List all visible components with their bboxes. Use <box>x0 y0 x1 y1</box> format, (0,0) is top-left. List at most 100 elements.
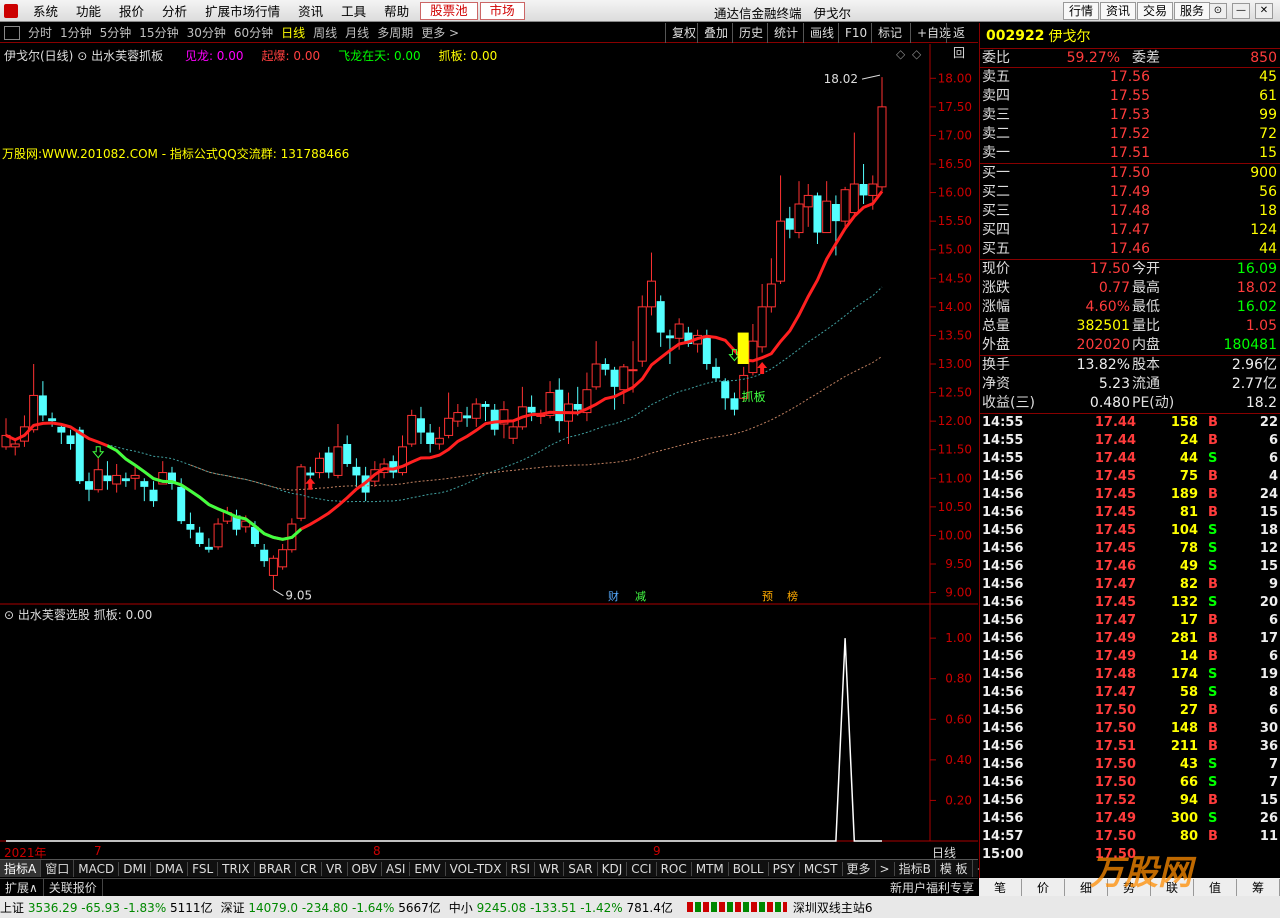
top-button-2[interactable]: 交易 <box>1137 2 1174 20</box>
indicator-tab-4[interactable]: DMA <box>151 861 189 876</box>
period-tab-7[interactable]: 周线 <box>309 24 341 41</box>
candle-body-down <box>426 432 435 444</box>
ask-row-1[interactable]: 卖四 17.55 61 <box>980 87 1280 106</box>
tool-button-1[interactable]: 叠加 <box>697 23 734 43</box>
candle-body-down <box>730 398 739 410</box>
close-icon[interactable]: ✕ <box>1255 3 1273 19</box>
period-tab-3[interactable]: 15分钟 <box>135 24 182 41</box>
indicator-tab-1[interactable]: 窗口 <box>41 860 75 877</box>
period-tab-2[interactable]: 5分钟 <box>96 24 136 41</box>
tick-side: B <box>1208 829 1218 844</box>
indicator-tab-18[interactable]: CCI <box>627 861 657 876</box>
tool-button-5[interactable]: F10 <box>838 23 873 43</box>
tick-volume: 300 <box>1170 811 1198 826</box>
indicator-tab-8[interactable]: CR <box>296 861 322 876</box>
indicator-tab-20[interactable]: MTM <box>692 861 729 876</box>
tool-button-3[interactable]: 统计 <box>767 23 804 43</box>
bid-row-0[interactable]: 买一 17.50 900 <box>980 164 1280 183</box>
bid-row-4[interactable]: 买五 17.46 44 <box>980 240 1280 259</box>
period-tab-9[interactable]: 多周期 <box>373 24 417 41</box>
tool-button-8[interactable]: 返回 <box>946 23 978 60</box>
minimize-icon[interactable]: — <box>1232 3 1250 19</box>
indicator-tab-2[interactable]: MACD <box>74 861 120 876</box>
menu-item-7[interactable]: 帮助 <box>375 1 418 20</box>
indicator-tab-14[interactable]: RSI <box>507 861 536 876</box>
kline-chart[interactable]: 18.00 17.50 17.00 16.50 16.00 15.50 15.00 14.50… <box>0 44 978 858</box>
sub-settings-icon[interactable]: ⊙ <box>4 608 14 622</box>
indicator-tab-21[interactable]: BOLL <box>729 861 769 876</box>
indicator-tab-right-0[interactable]: 指标B <box>895 860 936 877</box>
tool-button-6[interactable]: 标记 <box>871 23 908 43</box>
tick-count: 30 <box>1259 721 1278 736</box>
menu-item-2[interactable]: 报价 <box>110 1 153 20</box>
indicator-tab-19[interactable]: ROC <box>657 861 692 876</box>
tick-list[interactable]: 14:55 17.44 158 B 22 14:55 17.44 24 B 6 14:55 17.44… <box>980 414 1280 864</box>
indicator-tab-6[interactable]: TRIX <box>218 861 255 876</box>
indicator-tab-22[interactable]: PSY <box>769 861 800 876</box>
top-button-1[interactable]: 资讯 <box>1100 2 1137 20</box>
menu-highlight-1[interactable]: 市场 <box>479 1 525 20</box>
menu-item-6[interactable]: 工具 <box>332 1 375 20</box>
new-user-link[interactable]: 新用户福利专享 <box>890 879 974 896</box>
index-1[interactable]: 深证 14079.0 -234.80 -1.64% 5667亿 <box>221 899 441 916</box>
restore-icon[interactable]: ⊙ <box>1209 3 1227 19</box>
indicator-tab-11[interactable]: ASI <box>382 861 411 876</box>
indicator-tab-9[interactable]: VR <box>322 861 348 876</box>
menu-item-3[interactable]: 分析 <box>153 1 196 20</box>
indicator-tab-5[interactable]: FSL <box>188 861 219 876</box>
ask-row-4[interactable]: 卖一 17.51 15 <box>980 144 1280 163</box>
indicator-tab-10[interactable]: OBV <box>348 861 383 876</box>
period-tab-0[interactable]: 分时 <box>24 24 56 41</box>
ask-row-3[interactable]: 卖二 17.52 72 <box>980 125 1280 144</box>
indicator-tab-3[interactable]: DMI <box>119 861 152 876</box>
indicator-tab-7[interactable]: BRAR <box>255 861 297 876</box>
bottom-tab-1[interactable]: 关联报价 <box>44 878 103 896</box>
period-tab-1[interactable]: 1分钟 <box>56 24 96 41</box>
tool-button-2[interactable]: 历史 <box>732 23 769 43</box>
indicator-tab-24[interactable]: 更多 <box>843 860 876 877</box>
period-tab-5[interactable]: 60分钟 <box>230 24 277 41</box>
period-tab-8[interactable]: 月线 <box>341 24 373 41</box>
ask-row-0[interactable]: 卖五 17.56 45 <box>980 68 1280 87</box>
ask-row-2[interactable]: 卖三 17.53 99 <box>980 106 1280 125</box>
indicator-tab-0[interactable]: 指标A <box>0 860 42 877</box>
indicator-tab-15[interactable]: WR <box>535 861 565 876</box>
indicator-tab-17[interactable]: KDJ <box>598 861 628 876</box>
menu-highlight-0[interactable]: 股票池 <box>420 1 478 20</box>
menu-item-5[interactable]: 资讯 <box>289 1 332 20</box>
indicator-tab-16[interactable]: SAR <box>564 861 598 876</box>
bid-row-4-label: 买五 <box>982 241 1010 257</box>
menu-item-0[interactable]: 系统 <box>24 1 67 20</box>
y-tick-label: 17.50 <box>938 100 972 114</box>
indicator-tab-13[interactable]: VOL-TDX <box>446 861 507 876</box>
bid-row-2[interactable]: 买三 17.48 18 <box>980 202 1280 221</box>
server-label[interactable]: 深圳双线主站6 <box>793 899 873 916</box>
bottom-tab-0[interactable]: 扩展∧ <box>0 878 44 896</box>
period-tab-6[interactable]: 日线 <box>277 24 309 41</box>
right-tab-0[interactable]: 笔 <box>979 878 1022 896</box>
tool-button-4[interactable]: 画线 <box>803 23 840 43</box>
menu-item-1[interactable]: 功能 <box>67 1 110 20</box>
indicator-tab-right-1[interactable]: 模 板 <box>936 860 973 877</box>
indicator-tab-25[interactable]: > <box>876 861 895 876</box>
indicator-tab-12[interactable]: EMV <box>410 861 446 876</box>
candle-body-up <box>453 412 463 422</box>
candle-body-down <box>702 335 711 364</box>
period-tab-4[interactable]: 30分钟 <box>183 24 230 41</box>
indicator-tab-23[interactable]: MCST <box>800 861 843 876</box>
index-0[interactable]: 上证 3536.29 -65.93 -1.83% 5111亿 <box>0 899 213 916</box>
stock-title: 伊戈尔 <box>813 6 851 21</box>
candle-body-down <box>186 524 195 530</box>
period-tab-10[interactable]: 更多 > <box>417 24 463 41</box>
panel-toggle-icon[interactable] <box>4 25 20 40</box>
legend-settings-icon[interactable]: ⊙ <box>77 49 87 63</box>
index-2[interactable]: 中小 9245.08 -133.51 -1.42% 781.4亿 <box>449 899 673 916</box>
menu-item-4[interactable]: 扩展市场行情 <box>196 1 289 20</box>
top-button-3[interactable]: 服务 <box>1174 2 1211 20</box>
bid-row-1[interactable]: 买二 17.49 56 <box>980 183 1280 202</box>
index-value: 3536.29 <box>27 900 82 915</box>
top-button-0[interactable]: 行情 <box>1063 2 1100 20</box>
right-tab-1[interactable]: 价 <box>1022 878 1065 896</box>
tick-count: 15 <box>1259 505 1278 520</box>
bid-row-3[interactable]: 买四 17.47 124 <box>980 221 1280 240</box>
